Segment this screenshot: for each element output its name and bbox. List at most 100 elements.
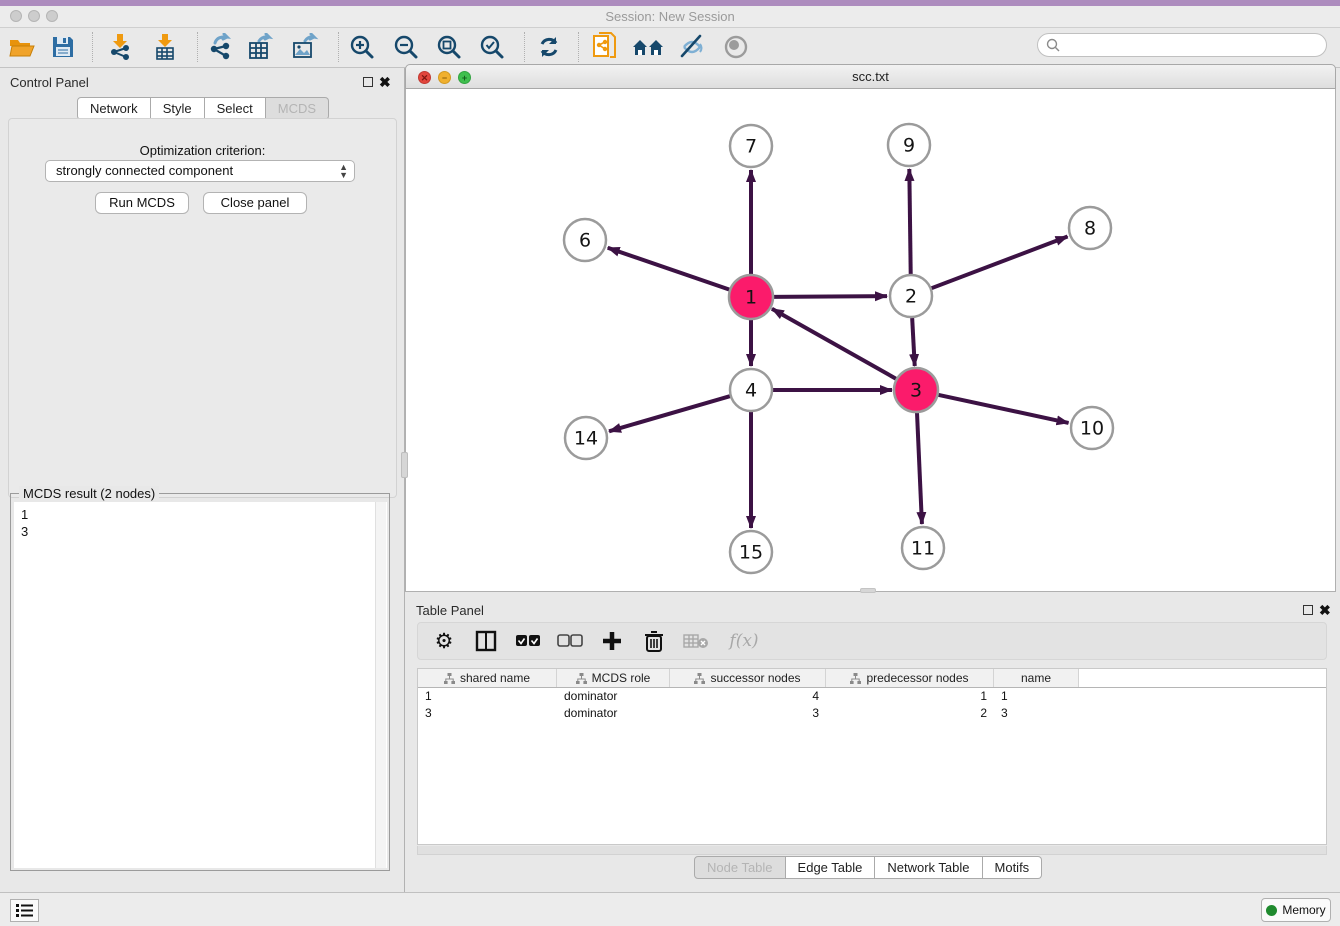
zoom-fit-icon [436, 34, 462, 60]
control-panel: Control Panel ✖ NetworkStyleSelectMCDS O… [0, 68, 405, 892]
open-session-button[interactable] [5, 30, 39, 64]
column-header-MCDS-role[interactable]: MCDS role [557, 669, 670, 687]
search-icon [1046, 38, 1060, 52]
table-float-panel-icon[interactable] [1303, 605, 1313, 615]
tab-style[interactable]: Style [151, 97, 205, 120]
column-header-successor-nodes[interactable]: successor nodes [670, 669, 826, 687]
toolbar-separator [197, 32, 198, 62]
cell-shared-name[interactable]: 1 [418, 688, 557, 705]
edge-4-14[interactable] [609, 396, 730, 431]
close-window-button[interactable] [10, 10, 22, 22]
close-panel-icon[interactable]: ✖ [379, 74, 391, 91]
deselect-all-columns-button[interactable] [556, 627, 584, 655]
table-row-1[interactable]: 1dominator411 [418, 688, 1326, 705]
cell-successor-nodes[interactable]: 4 [670, 688, 826, 705]
criterion-dropdown[interactable]: strongly connected component ▲▼ [45, 160, 355, 182]
network-minimize-button[interactable]: − [438, 71, 451, 84]
run-mcds-button[interactable]: Run MCDS [95, 192, 189, 214]
cell-name[interactable]: 1 [994, 688, 1079, 705]
horizontal-splitter-handle[interactable] [860, 588, 876, 593]
mcds-result-title: MCDS result (2 nodes) [19, 486, 159, 501]
plus-icon [601, 630, 623, 652]
network-close-button[interactable]: ✕ [418, 71, 431, 84]
search-input[interactable] [1065, 38, 1326, 52]
edge-1-2[interactable] [773, 296, 887, 297]
task-history-button[interactable] [10, 899, 39, 922]
show-button[interactable] [719, 30, 753, 64]
column-header-label: name [1021, 671, 1051, 685]
edge-3-11[interactable] [917, 412, 922, 524]
add-row-button[interactable] [598, 627, 626, 655]
paint-hide-button[interactable] [675, 30, 709, 64]
network-maximize-button[interactable]: + [458, 71, 471, 84]
tab-motifs[interactable]: Motifs [983, 856, 1043, 879]
network-window-titlebar[interactable]: ✕ − + scc.txt [405, 64, 1336, 89]
float-panel-icon[interactable] [363, 77, 373, 87]
table-row-2[interactable]: 3dominator323 [418, 705, 1326, 722]
import-table-button[interactable] [148, 30, 182, 64]
titlebar[interactable]: Session: New Session [0, 6, 1340, 28]
node-table[interactable]: shared nameMCDS rolesuccessor nodesprede… [417, 668, 1327, 845]
zoom-out-button[interactable] [389, 30, 423, 64]
delete-column-button[interactable] [682, 627, 710, 655]
tab-network-table[interactable]: Network Table [875, 856, 982, 879]
column-header-predecessor-nodes[interactable]: predecessor nodes [826, 669, 994, 687]
export-network-button[interactable] [203, 30, 237, 64]
network-graph[interactable]: 7968124314101511 [406, 89, 1335, 590]
table-scroll-strip[interactable] [417, 846, 1327, 855]
export-table-button[interactable] [244, 30, 278, 64]
edge-2-9[interactable] [909, 169, 910, 274]
minimize-window-button[interactable] [28, 10, 40, 22]
tab-mcds[interactable]: MCDS [266, 97, 329, 120]
table-panel-title: Table Panel [416, 603, 484, 618]
gear-icon: ⚙ [435, 629, 454, 654]
home-button[interactable] [631, 30, 665, 64]
memory-status-icon [1266, 905, 1277, 916]
search-box[interactable] [1037, 33, 1327, 57]
paint-hide-icon [678, 34, 706, 60]
tab-network[interactable]: Network [77, 97, 151, 120]
tab-node-table[interactable]: Node Table [694, 856, 786, 879]
zoom-in-button[interactable] [345, 30, 379, 64]
edge-2-8[interactable] [932, 237, 1068, 289]
edge-3-1[interactable] [772, 309, 897, 379]
mcds-result-text[interactable]: 1 3 [14, 502, 387, 868]
cell-predecessor-nodes[interactable]: 2 [826, 705, 994, 722]
panel-splitter-handle[interactable] [401, 452, 408, 478]
cell-shared-name[interactable]: 3 [418, 705, 557, 722]
tab-select[interactable]: Select [205, 97, 266, 120]
zoom-fit-button[interactable] [432, 30, 466, 64]
tab-edge-table[interactable]: Edge Table [786, 856, 876, 879]
function-builder-button[interactable]: f(x) [724, 627, 764, 655]
table-close-panel-icon[interactable]: ✖ [1319, 602, 1331, 619]
network-view-canvas[interactable]: 7968124314101511 [405, 89, 1336, 592]
edge-3-10[interactable] [938, 395, 1069, 423]
export-image-button[interactable] [288, 30, 322, 64]
column-type-icon [576, 673, 587, 684]
result-scrollbar[interactable] [375, 502, 386, 868]
mcds-tab-content: Optimization criterion: strongly connect… [8, 118, 397, 498]
refresh-button[interactable] [532, 30, 566, 64]
close-panel-button[interactable]: Close panel [203, 192, 307, 214]
edge-2-3[interactable] [912, 318, 915, 366]
duplicate-network-button[interactable] [588, 30, 622, 64]
delete-row-button[interactable] [640, 627, 668, 655]
zoom-window-button[interactable] [46, 10, 58, 22]
export-image-icon [291, 33, 319, 61]
column-header-shared-name[interactable]: shared name [418, 669, 557, 687]
cell-MCDS-role[interactable]: dominator [557, 688, 670, 705]
save-session-button[interactable] [46, 30, 80, 64]
split-view-button[interactable] [472, 627, 500, 655]
memory-button[interactable]: Memory [1261, 898, 1331, 922]
cell-MCDS-role[interactable]: dominator [557, 705, 670, 722]
cell-successor-nodes[interactable]: 3 [670, 705, 826, 722]
zoom-out-icon [393, 34, 419, 60]
cell-name[interactable]: 3 [994, 705, 1079, 722]
select-all-columns-button[interactable] [514, 627, 542, 655]
column-header-name[interactable]: name [994, 669, 1079, 687]
zoom-selected-button[interactable] [475, 30, 509, 64]
cell-predecessor-nodes[interactable]: 1 [826, 688, 994, 705]
edge-1-6[interactable] [608, 248, 730, 290]
import-network-button[interactable] [103, 30, 137, 64]
table-settings-button[interactable]: ⚙ [430, 627, 458, 655]
